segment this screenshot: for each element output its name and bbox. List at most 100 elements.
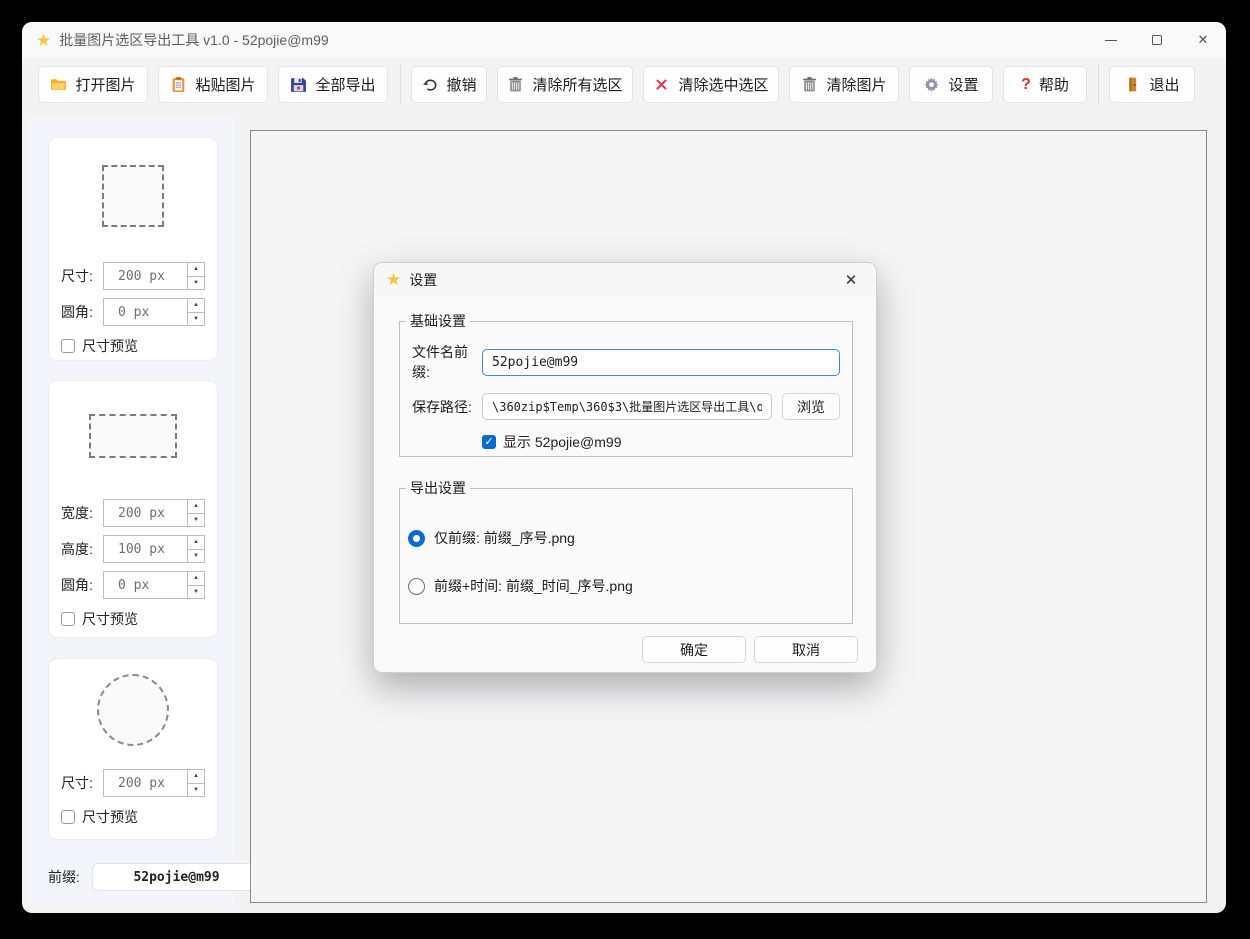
- cancel-label: 取消: [792, 640, 820, 660]
- rectangle-selection-panel: 宽度: 200 px ▲▼ 高度: 100 px ▲▼ 圆角: 0 px ▲▼: [48, 380, 218, 638]
- show-credit-label: 显示 52pojie@m99: [503, 432, 622, 452]
- maximize-button[interactable]: [1134, 22, 1180, 58]
- size-label: 尺寸:: [61, 773, 103, 793]
- open-images-button[interactable]: 打开图片: [38, 66, 148, 103]
- clipboard-icon: [170, 76, 187, 93]
- question-icon: ?: [1021, 76, 1031, 94]
- height-value: 100 px: [104, 536, 187, 562]
- height-label: 高度:: [61, 539, 103, 559]
- prefix-time-radio[interactable]: [408, 578, 425, 595]
- save-path-input[interactable]: [482, 393, 772, 420]
- undo-arrow-icon: [421, 76, 438, 93]
- help-button[interactable]: ? 帮助: [1003, 66, 1087, 103]
- filename-prefix-input[interactable]: [482, 349, 840, 376]
- clear-selected-selection-button[interactable]: 清除选中选区: [643, 66, 779, 103]
- height-spinner[interactable]: 100 px ▲▼: [103, 535, 205, 563]
- minimize-button[interactable]: [1088, 22, 1134, 58]
- size-field-row: 尺寸: 200 px ▲▼: [61, 262, 205, 290]
- trash-icon: [507, 76, 524, 93]
- browse-button[interactable]: 浏览: [782, 393, 840, 420]
- export-all-button[interactable]: 全部导出: [278, 66, 388, 103]
- radius-field-row: 圆角: 0 px ▲▼: [61, 571, 205, 599]
- rectangle-shape-preview[interactable]: [89, 414, 177, 458]
- size-preview-checkbox[interactable]: [61, 339, 75, 353]
- filename-prefix-row: 文件名前缀:: [412, 342, 840, 382]
- paste-images-button[interactable]: 粘贴图片: [158, 66, 268, 103]
- ok-button[interactable]: 确定: [642, 636, 746, 663]
- size-value: 200 px: [104, 263, 187, 289]
- size-value: 200 px: [104, 770, 187, 796]
- open-folder-icon: [50, 76, 67, 93]
- size-label: 尺寸:: [61, 266, 103, 286]
- size-preview-label: 尺寸预览: [82, 807, 138, 827]
- dialog-close-button[interactable]: ✕: [840, 269, 862, 291]
- prefix-label: 前缀:: [48, 867, 92, 887]
- basic-settings-group: 基础设置 文件名前缀: 保存路径: 浏览 ✓ 显示 52pojie@m99: [399, 311, 853, 457]
- settings-button[interactable]: 设置: [909, 66, 993, 103]
- width-field-row: 宽度: 200 px ▲▼: [61, 499, 205, 527]
- spin-up-icon[interactable]: ▲: [188, 263, 204, 277]
- ok-label: 确定: [680, 640, 708, 660]
- window-title: 批量图片选区导出工具 v1.0 - 52pojie@m99: [59, 30, 328, 50]
- exit-button[interactable]: 退出: [1109, 66, 1195, 103]
- settings-label: 设置: [948, 74, 978, 95]
- spin-down-icon[interactable]: ▼: [188, 313, 204, 326]
- spin-down-icon[interactable]: ▼: [188, 586, 204, 599]
- cancel-button[interactable]: 取消: [754, 636, 858, 663]
- radius-spinner[interactable]: 0 px ▲▼: [103, 571, 205, 599]
- square-selection-panel: 尺寸: 200 px ▲▼ 圆角: 0 px ▲▼ 尺寸预览: [48, 137, 218, 361]
- gear-icon: [923, 76, 940, 93]
- export-all-label: 全部导出: [315, 74, 375, 95]
- dialog-star-icon: ★: [386, 271, 401, 288]
- size-preview-checkbox[interactable]: [61, 612, 75, 626]
- size-preview-checkbox[interactable]: [61, 810, 75, 824]
- show-credit-checkbox-row: ✓ 显示 52pojie@m99: [482, 432, 840, 452]
- spin-down-icon[interactable]: ▼: [188, 277, 204, 290]
- undo-label: 撤销: [446, 74, 476, 95]
- spin-down-icon[interactable]: ▼: [188, 784, 204, 797]
- prefix-only-radio[interactable]: [408, 530, 425, 547]
- settings-dialog: ★ 设置 ✕ 基础设置 文件名前缀: 保存路径: 浏览 ✓ 显示 52pojie…: [373, 262, 877, 673]
- circle-shape-preview[interactable]: [97, 674, 169, 746]
- clear-images-label: 清除图片: [826, 74, 886, 95]
- size-preview-checkbox-row: 尺寸预览: [61, 336, 205, 356]
- prefix-input[interactable]: [92, 863, 261, 891]
- floppy-save-icon: [290, 76, 307, 93]
- app-window: ★ 批量图片选区导出工具 v1.0 - 52pojie@m99 ✕ 打开图片 粘…: [22, 22, 1226, 913]
- clear-selected-selection-label: 清除选中选区: [678, 74, 768, 95]
- size-spinner[interactable]: 200 px ▲▼: [103, 769, 205, 797]
- circle-selection-panel: 尺寸: 200 px ▲▼ 尺寸预览: [48, 658, 218, 840]
- toolbar: 打开图片 粘贴图片 全部导出 撤销 清除所有选区 清除选中选区 清除图片: [22, 62, 1226, 108]
- spin-up-icon[interactable]: ▲: [188, 536, 204, 550]
- radius-spinner[interactable]: 0 px ▲▼: [103, 298, 205, 326]
- spin-up-icon[interactable]: ▲: [188, 572, 204, 586]
- export-settings-group: 导出设置 仅前缀: 前缀_序号.png 前缀+时间: 前缀_时间_序号.png: [399, 478, 853, 624]
- exit-label: 退出: [1149, 74, 1179, 95]
- title-bar: ★ 批量图片选区导出工具 v1.0 - 52pojie@m99 ✕: [22, 22, 1226, 58]
- toolbar-separator: [1098, 64, 1099, 104]
- radius-value: 0 px: [104, 299, 187, 325]
- undo-button[interactable]: 撤销: [411, 66, 487, 103]
- save-path-row: 保存路径: 浏览: [412, 393, 840, 420]
- dialog-footer: 确定 取消: [642, 636, 858, 663]
- clear-all-selections-button[interactable]: 清除所有选区: [497, 66, 633, 103]
- spin-down-icon[interactable]: ▼: [188, 550, 204, 563]
- open-images-label: 打开图片: [75, 74, 135, 95]
- spin-down-icon[interactable]: ▼: [188, 514, 204, 527]
- show-credit-checkbox[interactable]: ✓: [482, 435, 496, 449]
- dialog-title: 设置: [409, 270, 437, 290]
- basic-settings-legend: 基础设置: [406, 311, 470, 331]
- clear-all-selections-label: 清除所有选区: [532, 74, 622, 95]
- filename-prefix-label: 文件名前缀:: [412, 342, 482, 382]
- size-spinner[interactable]: 200 px ▲▼: [103, 262, 205, 290]
- prefix-only-radio-row: 仅前缀: 前缀_序号.png: [408, 528, 852, 548]
- width-spinner[interactable]: 200 px ▲▼: [103, 499, 205, 527]
- spin-up-icon[interactable]: ▲: [188, 299, 204, 313]
- close-button[interactable]: ✕: [1180, 22, 1226, 58]
- square-shape-preview[interactable]: [102, 165, 164, 227]
- size-preview-checkbox-row: 尺寸预览: [61, 609, 205, 629]
- spin-up-icon[interactable]: ▲: [188, 500, 204, 514]
- clear-images-button[interactable]: 清除图片: [789, 66, 899, 103]
- spin-up-icon[interactable]: ▲: [188, 770, 204, 784]
- width-value: 200 px: [104, 500, 187, 526]
